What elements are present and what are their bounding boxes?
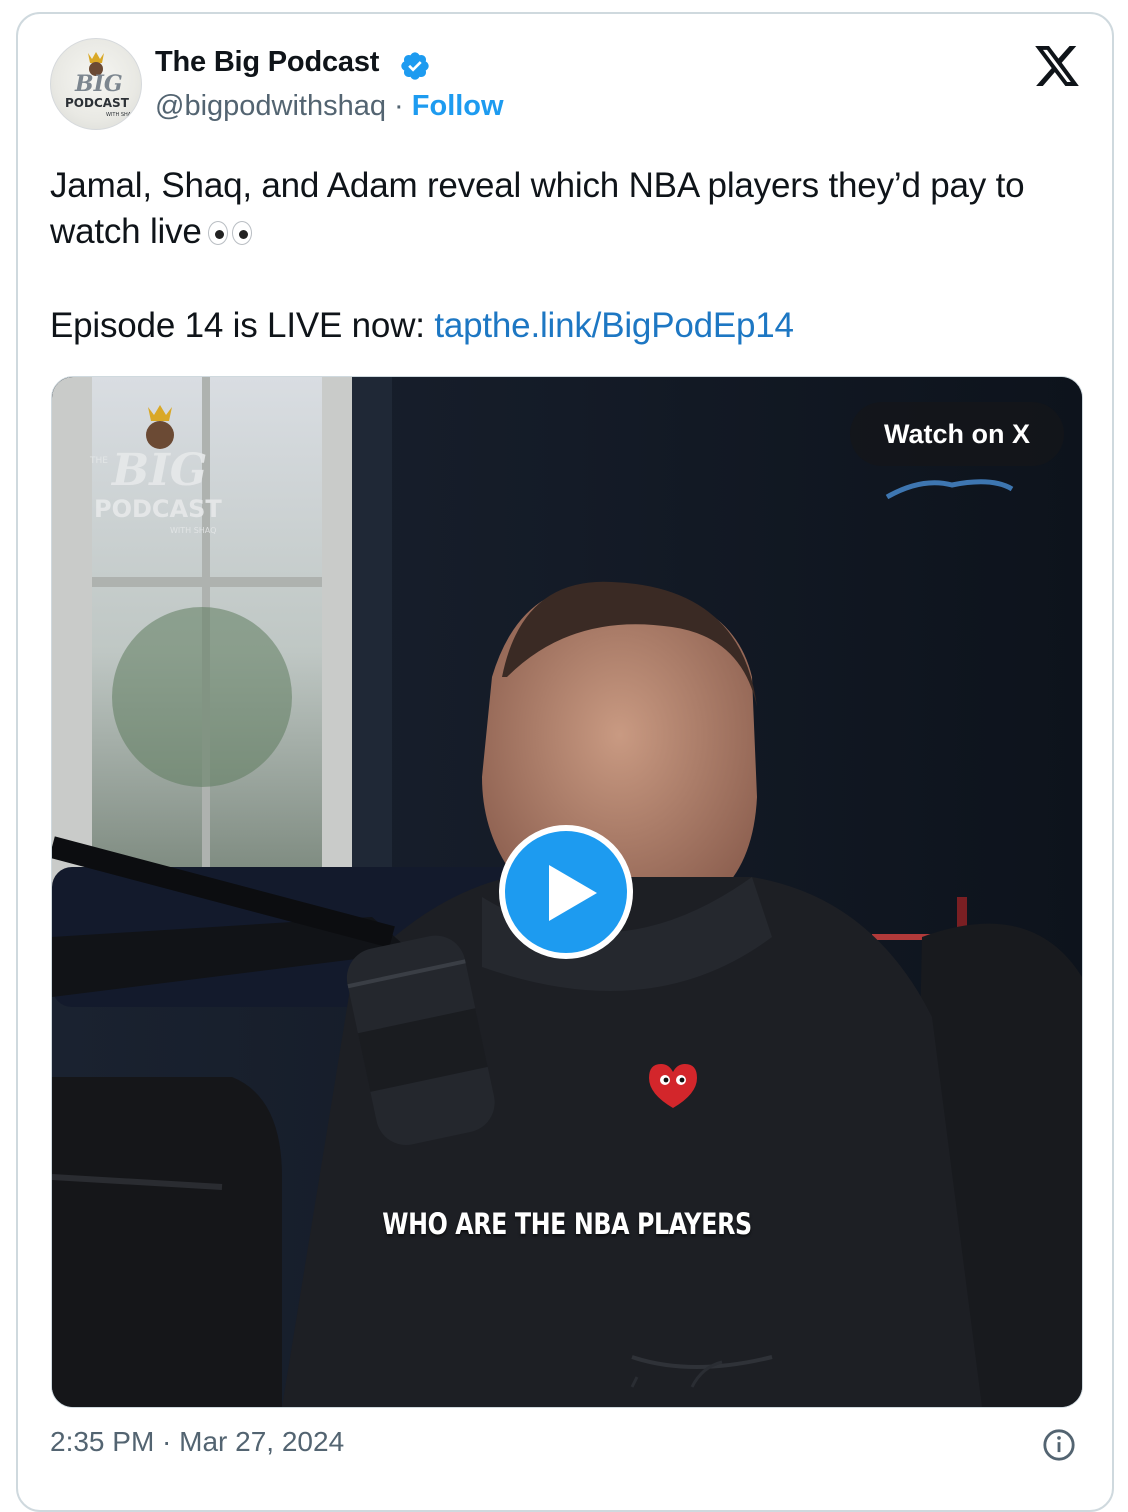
tweet-timestamp[interactable]: 2:35 PM · Mar 27, 2024 [50, 1426, 344, 1458]
tweet-line-1: Jamal, Shaq, and Adam reveal which NBA p… [50, 163, 1070, 257]
tweet-text: Jamal, Shaq, and Adam reveal which NBA p… [50, 163, 1070, 349]
follow-button[interactable]: Follow [412, 90, 504, 122]
avatar[interactable]: BIG PODCAST WITH SHAQ [50, 38, 142, 130]
handle-row: @bigpodwithshaq · Follow [155, 90, 504, 123]
watch-on-x-button[interactable]: Watch on X [850, 402, 1064, 466]
eyes-emoji [207, 211, 256, 257]
verified-badge-icon [401, 52, 429, 80]
play-button[interactable] [499, 825, 633, 959]
svg-text:BIG: BIG [74, 71, 123, 97]
tweet-line-1-text: Jamal, Shaq, and Adam reveal which NBA p… [50, 166, 1025, 251]
x-logo-icon[interactable] [1034, 46, 1080, 86]
tweet-line-2-text: Episode 14 is LIVE now: [50, 306, 435, 345]
video-caption: WHO ARE THE NBA PLAYERS [382, 1207, 752, 1241]
video-player[interactable]: BIG PODCAST THE WITH SHAQ Watch on X WHO… [51, 376, 1083, 1408]
big-podcast-logo: BIG PODCAST WITH SHAQ [65, 52, 135, 118]
episode-link[interactable]: tapthe.link/BigPodEp14 [434, 306, 794, 345]
info-icon[interactable] [1042, 1428, 1076, 1462]
separator-dot: · [385, 90, 412, 122]
svg-text:BIG: BIG [110, 445, 207, 496]
author-handle[interactable]: @bigpodwithshaq [155, 90, 386, 122]
play-icon [549, 865, 597, 921]
svg-text:WITH SHAQ: WITH SHAQ [170, 526, 216, 535]
svg-text:THE: THE [89, 456, 108, 466]
svg-text:PODCAST: PODCAST [65, 96, 130, 110]
svg-text:PODCAST: PODCAST [94, 495, 222, 523]
author-name[interactable]: The Big Podcast [155, 46, 379, 79]
tweet-line-2: Episode 14 is LIVE now: tapthe.link/BigP… [50, 303, 1070, 349]
